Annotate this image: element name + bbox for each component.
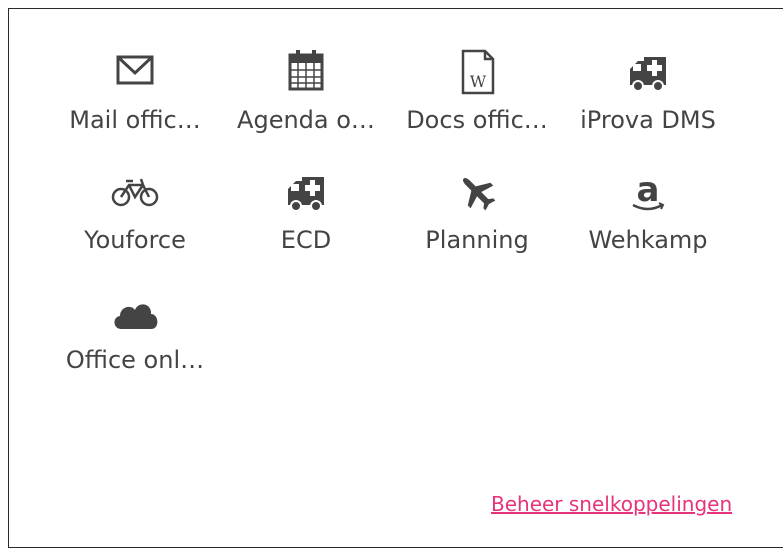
shortcut-label: Planning [425, 226, 529, 254]
cloud-icon [105, 287, 165, 337]
shortcut-wehkamp[interactable]: a Wehkamp [563, 167, 733, 277]
shortcut-docs[interactable]: W Docs offic… [392, 47, 562, 157]
shortcut-agenda[interactable]: Agenda o… [221, 47, 391, 157]
word-document-icon: W [447, 47, 507, 97]
shortcut-iprova[interactable]: iProva DMS [563, 47, 733, 157]
mail-icon [105, 47, 165, 97]
shortcut-label: Office onl… [65, 346, 205, 374]
shortcut-label: Mail offic… [69, 106, 201, 134]
shortcut-label: iProva DMS [580, 106, 716, 134]
svg-text:W: W [470, 72, 487, 91]
shortcut-mail[interactable]: Mail offic… [50, 47, 220, 157]
calendar-icon [276, 47, 336, 97]
manage-shortcuts-link[interactable]: Beheer snelkoppelingen [491, 492, 732, 516]
shortcut-label: Wehkamp [588, 226, 708, 254]
shortcut-label: Docs offic… [406, 106, 548, 134]
shortcut-ecd[interactable]: ECD [221, 167, 391, 277]
shortcut-youforce[interactable]: Youforce [50, 167, 220, 277]
airplane-icon [447, 167, 507, 217]
shortcut-label: Youforce [84, 226, 186, 254]
ambulance-icon [276, 167, 336, 217]
svg-text:a: a [637, 170, 660, 210]
shortcut-planning[interactable]: Planning [392, 167, 562, 277]
shortcuts-panel: Mail offic… Agenda o… W Docs offic… iPro… [8, 8, 783, 548]
amazon-icon: a [618, 167, 678, 217]
bicycle-icon [105, 167, 165, 217]
shortcut-label: Agenda o… [237, 106, 375, 134]
ambulance-icon [618, 47, 678, 97]
shortcut-office-online[interactable]: Office onl… [50, 287, 220, 397]
shortcut-label: ECD [280, 226, 332, 254]
